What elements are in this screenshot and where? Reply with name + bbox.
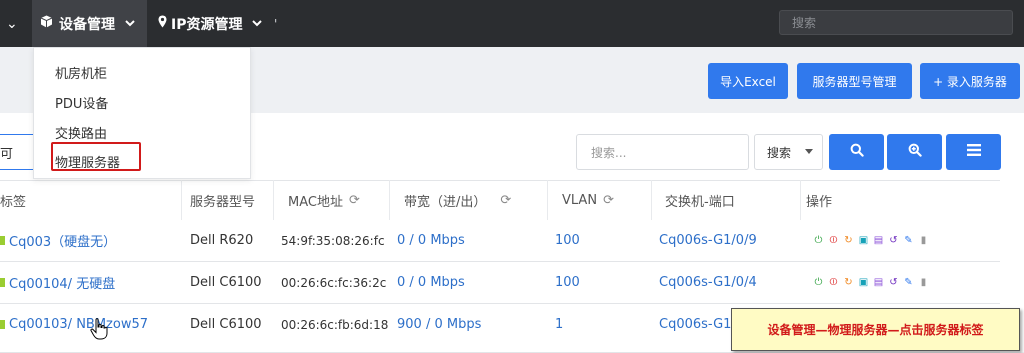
nav-device-management[interactable]: 设备管理	[32, 0, 147, 47]
vlan-link[interactable]: 100	[555, 220, 580, 261]
refresh-icon[interactable]: ⟳	[603, 193, 614, 208]
nav-ip-management[interactable]: IP资源管理	[158, 0, 263, 47]
table-header: 标签 服务器型号 MAC地址 ⟳ 带宽（进/出） ⟳ VLAN ⟳ 交换机-端口…	[0, 180, 1000, 221]
caret-down-icon	[805, 149, 813, 154]
search-icon	[850, 143, 864, 161]
nav-collapse-chevron-icon[interactable]: ⌄	[6, 0, 18, 47]
hand-cursor-icon	[90, 318, 108, 340]
header-vlan[interactable]: VLAN ⟳	[562, 181, 614, 220]
header-server-model[interactable]: 服务器型号	[190, 181, 255, 220]
mac-cell: 54:9f:35:08:26:fc	[281, 233, 385, 248]
map-marker-icon	[158, 15, 167, 32]
bandwidth-link[interactable]: 0 / 0 Mbps	[397, 262, 465, 303]
top-navbar: ⌄ 设备管理 IP资源管理 ' 搜索	[0, 0, 1024, 47]
history-icon[interactable]: ↺	[888, 277, 899, 288]
switch-port-link[interactable]: Cq006s-G1/	[659, 304, 736, 345]
monitor-icon[interactable]: ▤	[873, 235, 884, 246]
vlan-link[interactable]: 100	[555, 262, 580, 303]
server-tag-link[interactable]: Cq00103/ NBMzow57	[0, 304, 148, 345]
menu-bars-icon	[966, 144, 981, 160]
zoom-in-icon	[908, 143, 922, 161]
switch-port-link[interactable]: Cq006s-G1/0/4	[659, 262, 757, 303]
table-row: Cq00104/ 无硬盘 Dell C6100 00:26:6c:fc:36:2…	[0, 262, 1000, 304]
switch-port-link[interactable]: Cq006s-G1/0/9	[659, 220, 757, 261]
advanced-search-button[interactable]	[887, 134, 942, 170]
console-icon[interactable]: ▣	[858, 277, 869, 288]
menu-item-switch-router[interactable]: 交换路由	[55, 123, 107, 142]
chevron-down-icon	[125, 17, 135, 30]
server-tag-link[interactable]: Cq00104/ 无硬盘	[0, 262, 115, 303]
import-excel-button[interactable]: 导入Excel	[708, 63, 788, 99]
status-indicator	[0, 278, 5, 287]
header-actions: 操作	[806, 195, 833, 210]
nav-ip-management-label: IP资源管理	[171, 16, 243, 33]
add-server-button[interactable]: + 录入服务器	[920, 63, 1020, 99]
bandwidth-link[interactable]: 0 / 0 Mbps	[397, 220, 465, 261]
search-button[interactable]	[829, 134, 884, 170]
header-bandwidth[interactable]: 带宽（进/出） ⟳	[404, 181, 511, 220]
header-mac-label: MAC地址	[288, 195, 343, 210]
table-search-input[interactable]: 搜索...	[576, 134, 749, 170]
search-type-select[interactable]: 搜索	[754, 134, 823, 170]
vlan-link[interactable]: 1	[555, 304, 563, 345]
header-switch-port[interactable]: 交换机-端口	[665, 181, 735, 220]
refresh-icon[interactable]: ⟳	[500, 193, 511, 208]
history-icon[interactable]: ↺	[888, 235, 899, 246]
bandwidth-link[interactable]: 900 / 0 Mbps	[397, 304, 481, 345]
power-off-icon[interactable]: ⏼	[828, 235, 839, 246]
table-row: Cq003（硬盘无） Dell R620 54:9f:35:08:26:fc 0…	[0, 220, 1000, 262]
status-indicator	[0, 236, 5, 245]
restart-icon[interactable]: ↻	[843, 235, 854, 246]
header-vlan-label: VLAN	[562, 193, 598, 208]
row-actions: ⏻ ⏼ ↻ ▣ ▤ ↺ ✎ ▮	[813, 220, 933, 261]
power-off-icon[interactable]: ⏼	[828, 277, 839, 288]
edit-icon[interactable]: ✎	[903, 277, 914, 288]
console-icon[interactable]: ▣	[858, 235, 869, 246]
server-tag-link[interactable]: Cq003（硬盘无）	[0, 220, 116, 261]
status-indicator	[0, 320, 5, 329]
highlight-box	[51, 142, 141, 171]
power-on-icon[interactable]: ⏻	[813, 277, 824, 288]
device-management-dropdown: 机房机柜 PDU设备 交换路由 物理服务器	[33, 47, 251, 179]
server-model-management-button[interactable]: 服务器型号管理	[797, 63, 912, 99]
nav-device-management-label: 设备管理	[59, 16, 115, 33]
delete-icon[interactable]: ▮	[918, 235, 929, 246]
server-model-cell: Dell C6100	[190, 317, 262, 332]
annotation-callout: 设备管理—物理服务器—点击服务器标签	[731, 308, 1020, 351]
mac-cell: 00:26:6c:fb:6d:18	[281, 317, 389, 332]
server-model-cell: Dell R620	[190, 233, 254, 248]
nav-tick-mark: '	[274, 16, 278, 31]
server-tag-text[interactable]: Cq00104/ 无硬盘	[9, 273, 115, 292]
header-tag[interactable]: 标签	[0, 181, 26, 220]
header-mac[interactable]: MAC地址 ⟳	[288, 181, 360, 220]
cube-icon	[40, 15, 53, 32]
mac-cell: 00:26:6c:fc:36:2c	[281, 275, 387, 290]
row-actions: ⏻ ⏼ ↻ ▣ ▤ ↺ ✎ ▮	[813, 262, 933, 303]
menu-item-pdu[interactable]: PDU设备	[55, 93, 108, 112]
menu-item-cabinet[interactable]: 机房机柜	[55, 63, 107, 82]
refresh-icon[interactable]: ⟳	[349, 193, 360, 208]
server-tag-text[interactable]: Cq00103/ NBMzow57	[9, 317, 148, 332]
server-tag-text[interactable]: Cq003（硬盘无）	[9, 231, 116, 250]
nav-search-input[interactable]: 搜索	[779, 10, 1013, 35]
server-model-cell: Dell C6100	[190, 275, 262, 290]
power-on-icon[interactable]: ⏻	[813, 235, 824, 246]
monitor-icon[interactable]: ▤	[873, 277, 884, 288]
chevron-down-icon	[252, 17, 263, 30]
search-type-select-label: 搜索	[767, 145, 792, 160]
column-menu-button[interactable]	[946, 134, 1001, 170]
restart-icon[interactable]: ↻	[843, 277, 854, 288]
header-bandwidth-label: 带宽（进/出）	[404, 195, 487, 210]
edit-icon[interactable]: ✎	[903, 235, 914, 246]
delete-icon[interactable]: ▮	[918, 277, 929, 288]
